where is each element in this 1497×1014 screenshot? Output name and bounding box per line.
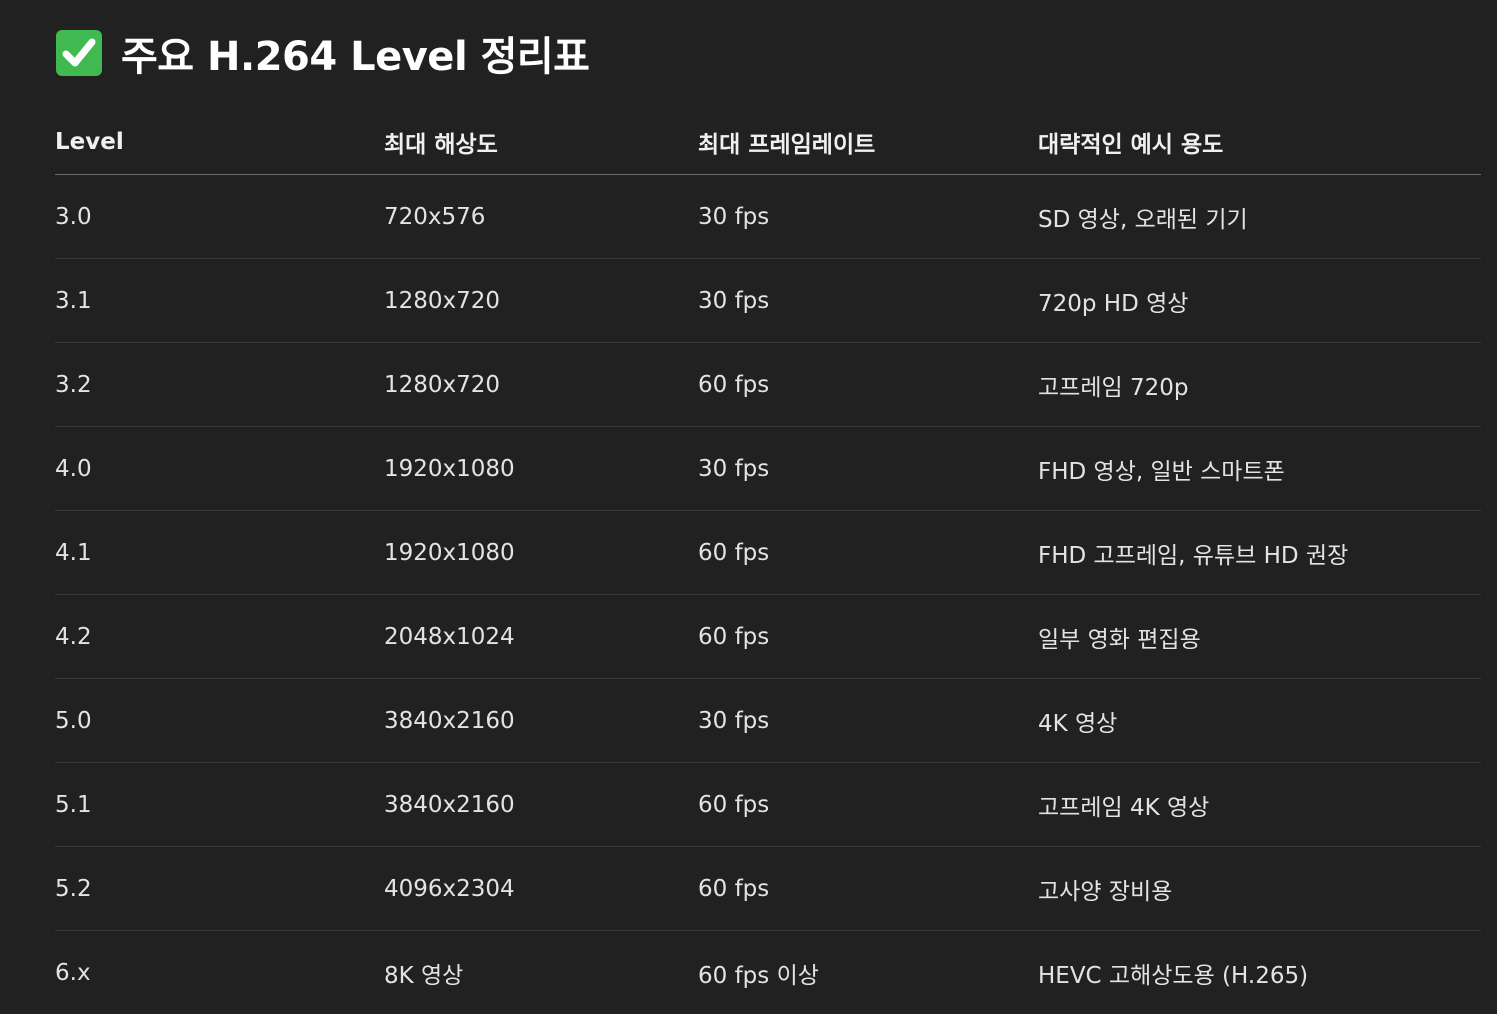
- cell-resolution: 1920x1080: [384, 539, 515, 566]
- cell-level: 3.2: [55, 371, 92, 398]
- column-header-max-framerate: 최대 프레임레이트: [698, 132, 876, 158]
- cell-framerate: 30 fps: [698, 203, 770, 230]
- table-row: 3.0 720x576 30 fps SD 영상, 오래된 기기: [55, 175, 1481, 259]
- cell-level: 4.0: [55, 455, 92, 482]
- cell-level: 4.2: [55, 623, 92, 650]
- cell-usage: FHD 고프레임, 유튜브 HD 권장: [1038, 542, 1349, 569]
- cell-resolution: 1920x1080: [384, 455, 515, 482]
- cell-usage: 일부 영화 편집용: [1038, 626, 1201, 653]
- cell-usage: SD 영상, 오래된 기기: [1038, 206, 1248, 233]
- cell-usage: HEVC 고해상도용 (H.265): [1038, 962, 1309, 989]
- cell-usage: FHD 영상, 일반 스마트폰: [1038, 458, 1285, 485]
- table-row: 4.0 1920x1080 30 fps FHD 영상, 일반 스마트폰: [55, 427, 1481, 511]
- cell-resolution: 1280x720: [384, 287, 501, 314]
- cell-resolution: 8K 영상: [384, 962, 464, 989]
- cell-resolution: 4096x2304: [384, 875, 515, 902]
- table-row: 3.2 1280x720 60 fps 고프레임 720p: [55, 343, 1481, 427]
- cell-level: 5.1: [55, 791, 92, 818]
- column-header-max-resolution: 최대 해상도: [384, 132, 498, 158]
- cell-usage: 720p HD 영상: [1038, 290, 1189, 317]
- check-mark-button-icon: [56, 30, 102, 76]
- cell-resolution: 3840x2160: [384, 707, 515, 734]
- cell-framerate: 60 fps: [698, 623, 770, 650]
- cell-level: 5.2: [55, 875, 92, 902]
- table-header-row: Level 최대 해상도 최대 프레임레이트 대략적인 예시 용도: [55, 110, 1481, 175]
- cell-level: 4.1: [55, 539, 92, 566]
- table-row: 6.x 8K 영상 60 fps 이상 HEVC 고해상도용 (H.265): [55, 931, 1481, 1014]
- cell-usage: 4K 영상: [1038, 710, 1118, 737]
- table-row: 3.1 1280x720 30 fps 720p HD 영상: [55, 259, 1481, 343]
- cell-framerate: 60 fps 이상: [698, 962, 819, 989]
- cell-usage: 고프레임 720p: [1038, 374, 1189, 401]
- cell-framerate: 30 fps: [698, 287, 770, 314]
- cell-level: 3.0: [55, 203, 92, 230]
- cell-usage: 고프레임 4K 영상: [1038, 794, 1210, 821]
- cell-level: 3.1: [55, 287, 92, 314]
- table-row: 4.2 2048x1024 60 fps 일부 영화 편집용: [55, 595, 1481, 679]
- level-table: Level 최대 해상도 최대 프레임레이트 대략적인 예시 용도 3.0 72…: [55, 110, 1481, 1014]
- column-header-level: Level: [55, 129, 124, 155]
- cell-framerate: 60 fps: [698, 371, 770, 398]
- table-row: 5.2 4096x2304 60 fps 고사양 장비용: [55, 847, 1481, 931]
- cell-framerate: 30 fps: [698, 455, 770, 482]
- cell-resolution: 2048x1024: [384, 623, 515, 650]
- cell-resolution: 1280x720: [384, 371, 501, 398]
- cell-resolution: 3840x2160: [384, 791, 515, 818]
- cell-framerate: 60 fps: [698, 539, 770, 566]
- table-row: 5.0 3840x2160 30 fps 4K 영상: [55, 679, 1481, 763]
- page-title-text: 주요 H.264 Level 정리표: [121, 34, 590, 80]
- cell-usage: 고사양 장비용: [1038, 878, 1173, 905]
- cell-level: 6.x: [55, 959, 91, 986]
- cell-framerate: 60 fps: [698, 875, 770, 902]
- column-header-usage: 대략적인 예시 용도: [1038, 132, 1224, 158]
- table-row: 5.1 3840x2160 60 fps 고프레임 4K 영상: [55, 763, 1481, 847]
- table-row: 4.1 1920x1080 60 fps FHD 고프레임, 유튜브 HD 권장: [55, 511, 1481, 595]
- cell-framerate: 30 fps: [698, 707, 770, 734]
- cell-resolution: 720x576: [384, 203, 486, 230]
- page-title: 주요 H.264 Level 정리표: [55, 26, 590, 80]
- cell-framerate: 60 fps: [698, 791, 770, 818]
- cell-level: 5.0: [55, 707, 92, 734]
